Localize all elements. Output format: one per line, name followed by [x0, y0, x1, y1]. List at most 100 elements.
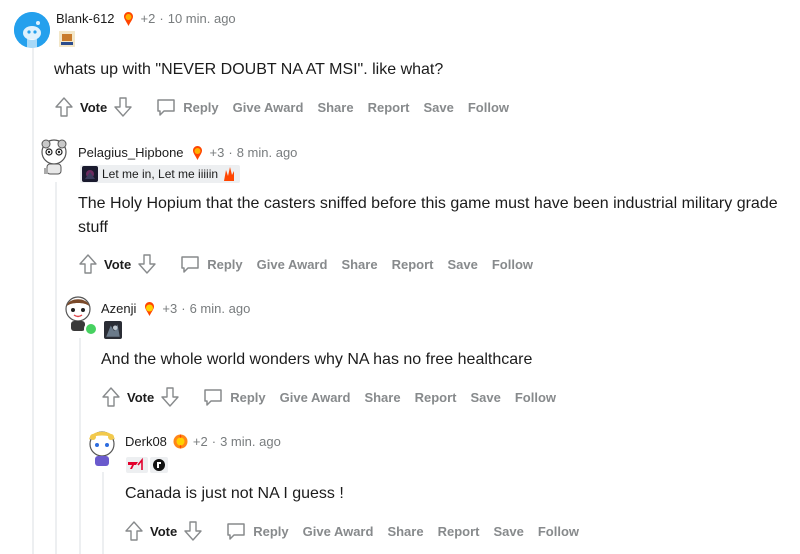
report-button[interactable]: Report: [368, 100, 410, 115]
downvote-icon[interactable]: [111, 95, 135, 119]
reply-label: Reply: [230, 389, 266, 405]
give-award-button[interactable]: Give Award: [303, 524, 374, 539]
share-button[interactable]: Share: [317, 100, 353, 115]
report-button[interactable]: Report: [438, 524, 480, 539]
separator: ·: [211, 433, 217, 449]
comment-header: Blank-612 +2 · 10 min. ago: [56, 8, 236, 28]
follow-button[interactable]: Follow: [515, 390, 556, 405]
separator: ·: [159, 10, 164, 26]
avatar[interactable]: [14, 12, 50, 48]
avatar[interactable]: [84, 428, 120, 466]
username[interactable]: Pelagius_Hipbone: [78, 145, 184, 160]
flame-flair-icon: [224, 167, 235, 181]
upvote-icon[interactable]: [76, 252, 100, 276]
flair-text: Let me in, Let me iiiiin: [102, 167, 219, 181]
t1-team-flair-icon: [126, 457, 148, 473]
follow-button[interactable]: Follow: [492, 257, 533, 272]
karma: +2: [140, 10, 156, 26]
comment-bubble-icon: [157, 99, 175, 116]
share-button[interactable]: Share: [364, 390, 400, 405]
vote-label: Vote: [127, 389, 155, 405]
timestamp[interactable]: 6 min. ago: [190, 301, 251, 316]
username[interactable]: Derk08: [125, 434, 167, 449]
reply-button[interactable]: Reply: [225, 521, 289, 541]
upvote-icon[interactable]: [122, 519, 146, 543]
online-status-icon: [84, 322, 98, 336]
give-award-button[interactable]: Give Award: [257, 257, 328, 272]
champion-flair-icon: [104, 321, 122, 339]
separator: ·: [228, 144, 233, 160]
champion-flair-icon: [82, 166, 98, 182]
award-icon: [192, 145, 202, 160]
comment-bubble-icon: [227, 523, 245, 540]
upvote-icon[interactable]: [52, 95, 76, 119]
comment-body: whats up with "NEVER DOUBT NA AT MSI". l…: [54, 61, 444, 78]
comment-body: Canada is just not NA I guess !: [125, 485, 344, 502]
user-flair: Let me in, Let me iiiiin: [80, 165, 241, 183]
share-button[interactable]: Share: [387, 524, 423, 539]
user-flair: [126, 456, 168, 474]
save-button[interactable]: Save: [423, 100, 453, 115]
reply-button[interactable]: Reply: [155, 97, 219, 117]
flair-badge: Let me in, Let me iiiiin: [80, 165, 241, 183]
give-award-button[interactable]: Give Award: [280, 390, 351, 405]
reply-button[interactable]: Reply: [202, 387, 266, 407]
timestamp[interactable]: 3 min. ago: [220, 434, 281, 449]
karma: +3: [162, 300, 178, 316]
award-icon: [145, 301, 155, 316]
save-button[interactable]: Save: [493, 524, 523, 539]
username[interactable]: Blank-612: [56, 11, 115, 26]
user-flair: [104, 321, 122, 339]
avatar[interactable]: [36, 138, 72, 175]
thread-line-3[interactable]: [79, 338, 81, 554]
follow-button[interactable]: Follow: [468, 100, 509, 115]
save-button[interactable]: Save: [470, 390, 500, 405]
user-flair: [58, 30, 76, 48]
award-icon: [123, 11, 133, 26]
vote-label: Vote: [104, 256, 132, 272]
give-award-button[interactable]: Give Award: [233, 100, 304, 115]
karma: +2: [192, 433, 208, 449]
vote-label: Vote: [80, 99, 108, 115]
comment-body: The Holy Hopium that the casters sniffed…: [78, 195, 778, 236]
evil-geniuses-flair-icon: [150, 457, 168, 473]
username[interactable]: Azenji: [101, 301, 136, 316]
thread-line-2[interactable]: [55, 182, 57, 554]
comment-actions: Vote Reply Give Award Share Report Save …: [122, 517, 579, 545]
upvote-icon[interactable]: [99, 385, 123, 409]
reply-label: Reply: [207, 256, 243, 272]
report-button[interactable]: Report: [392, 257, 434, 272]
downvote-icon[interactable]: [181, 519, 205, 543]
comment-header: Pelagius_Hipbone +3 · 8 min. ago: [78, 142, 297, 162]
award-icon: [173, 433, 188, 449]
reply-label: Reply: [183, 99, 219, 115]
snoo-avatar-icon: [41, 139, 67, 175]
share-button[interactable]: Share: [341, 257, 377, 272]
save-button[interactable]: Save: [447, 257, 477, 272]
karma: +3: [209, 144, 225, 160]
report-button[interactable]: Report: [415, 390, 457, 405]
timestamp[interactable]: 8 min. ago: [237, 145, 298, 160]
comment-bubble-icon: [181, 256, 199, 273]
follow-button[interactable]: Follow: [538, 524, 579, 539]
downvote-icon[interactable]: [158, 385, 182, 409]
comment-body: And the whole world wonders why NA has n…: [101, 351, 533, 368]
comment-header: Azenji +3 · 6 min. ago: [101, 298, 250, 318]
vote-label: Vote: [150, 523, 178, 539]
separator: ·: [181, 300, 186, 316]
timestamp[interactable]: 10 min. ago: [168, 11, 236, 26]
avatar[interactable]: [60, 294, 98, 336]
thread-line-4[interactable]: [102, 472, 104, 554]
downvote-icon[interactable]: [135, 252, 159, 276]
thread-line-1[interactable]: [32, 48, 34, 554]
snoo-avatar-icon: [14, 12, 50, 48]
reply-label: Reply: [253, 523, 289, 539]
snoo-avatar-icon: [89, 431, 115, 466]
reply-button[interactable]: Reply: [179, 254, 243, 274]
comment-header: Derk08 +2 · 3 min. ago: [125, 431, 281, 451]
comment-bubble-icon: [204, 389, 222, 406]
team-flair-icon: [59, 31, 75, 47]
comment-actions: Vote Reply Give Award Share Report Save …: [52, 93, 509, 121]
comment-actions: Vote Reply Give Award Share Report Save …: [99, 383, 556, 411]
comment-actions: Vote Reply Give Award Share Report Save …: [76, 250, 533, 278]
